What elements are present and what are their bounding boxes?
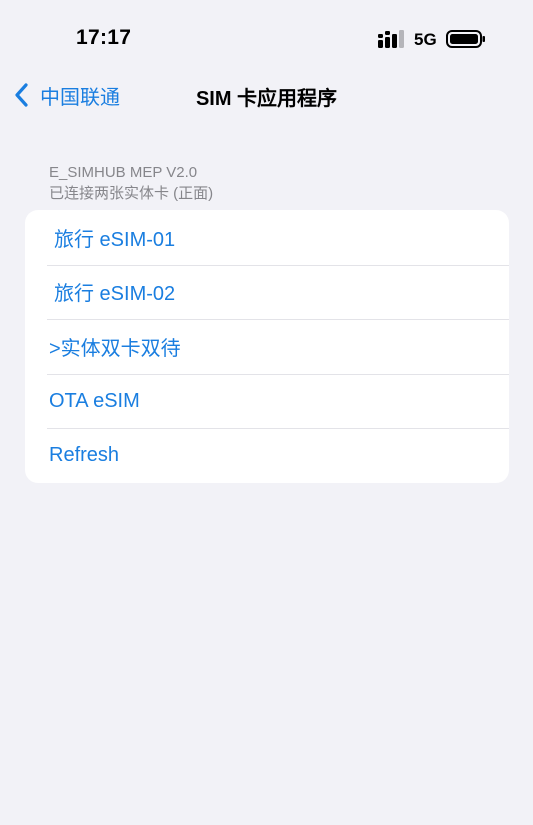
battery-icon bbox=[446, 30, 485, 48]
navigation-bar: 中国联通 SIM 卡应用程序 bbox=[0, 70, 533, 122]
menu-item-travel-esim-02[interactable]: 旅行 eSIM-02 bbox=[25, 264, 509, 320]
page-title: SIM 卡应用程序 bbox=[195, 88, 338, 110]
section-header-version: E_SIMHUB MEP V2.0 bbox=[49, 164, 198, 181]
section-header-status: 已连接两张实体卡 (正面) bbox=[49, 185, 214, 202]
menu-item-ota-esim[interactable]: OTA eSIM bbox=[25, 373, 509, 429]
network-type-label: 5G bbox=[414, 30, 437, 49]
sim-app-menu-list: 旅行 eSIM-01 旅行 eSIM-02 >实体双卡双待 OTA eSIM R… bbox=[25, 210, 509, 483]
section-header: E_SIMHUB MEP V2.0 已连接两张实体卡 (正面) bbox=[49, 162, 213, 204]
sim-toolkit-screen: 17:17 5G 中国联通 SIM 卡应用程序 E_SIMHUB MEP V2.… bbox=[0, 0, 533, 825]
status-time: 17:17 bbox=[76, 26, 132, 49]
signal-bars-icon bbox=[378, 30, 404, 48]
menu-item-refresh[interactable]: Refresh bbox=[25, 428, 509, 483]
menu-item-physical-dual-sim[interactable]: >实体双卡双待 bbox=[25, 319, 509, 374]
menu-item-travel-esim-01[interactable]: 旅行 eSIM-01 bbox=[25, 210, 509, 265]
status-bar: 17:17 5G bbox=[0, 0, 533, 70]
